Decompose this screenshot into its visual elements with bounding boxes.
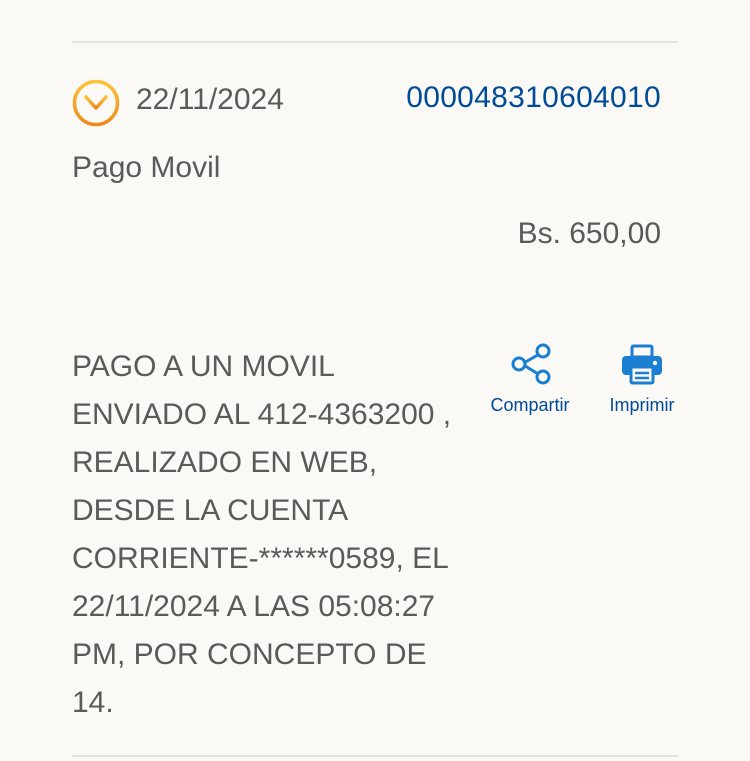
share-icon: [506, 340, 554, 388]
print-label: Imprimir: [609, 395, 675, 415]
expand-chevron-icon[interactable]: [72, 79, 120, 127]
printer-icon: [618, 340, 666, 388]
transaction-type: Pago Movil: [72, 151, 221, 184]
share-button[interactable]: Compartir: [480, 340, 580, 416]
transaction-description: PAGO A UN MOVIL ENVIADO AL 412-4363200 ,…: [72, 350, 452, 719]
transaction-reference[interactable]: 000048310604010: [406, 80, 661, 116]
transaction-date: 22/11/2024: [136, 83, 284, 116]
bottom-divider: [72, 755, 678, 757]
print-button[interactable]: Imprimir: [598, 340, 686, 416]
top-divider: [72, 41, 678, 43]
share-label: Compartir: [490, 395, 570, 415]
transaction-amount: Bs. 650,00: [517, 217, 661, 250]
